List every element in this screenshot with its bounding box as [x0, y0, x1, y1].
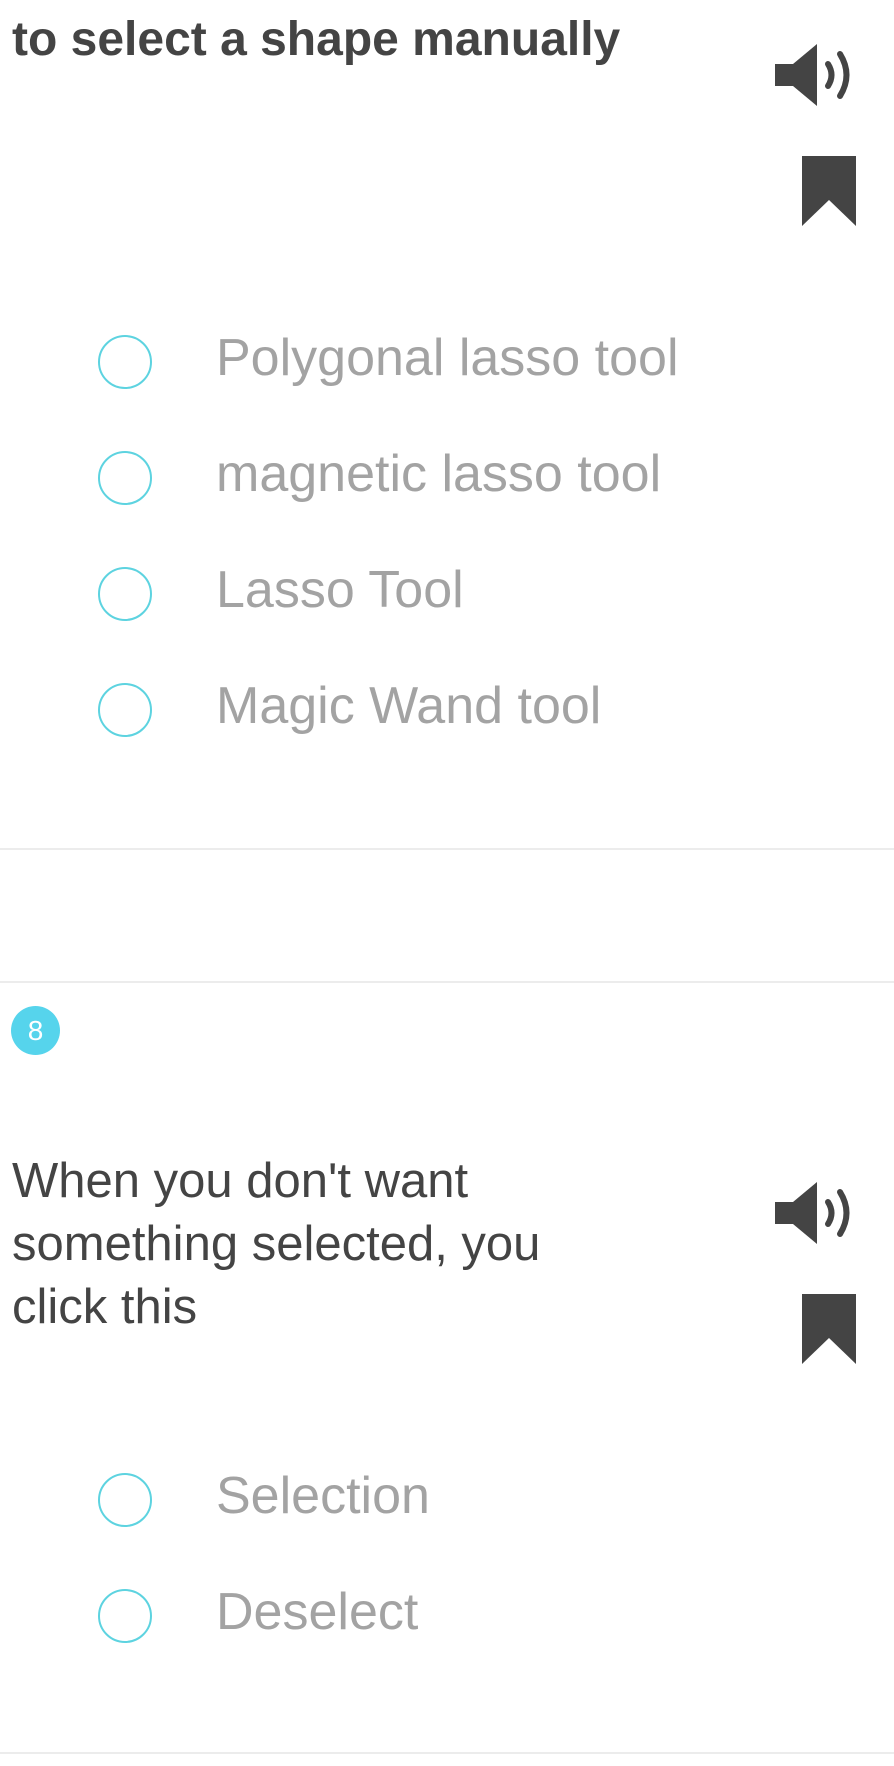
section-divider — [0, 1752, 894, 1754]
radio-button[interactable] — [98, 1589, 152, 1643]
bookmark-icon[interactable] — [800, 1292, 858, 1366]
question-title: When you don't want something selected, … — [12, 1154, 541, 1334]
question-number-badge: 8 — [11, 1006, 60, 1055]
question-card-8: 8 When you don't want something selected… — [0, 0, 894, 1766]
option-label: Selection — [216, 1467, 430, 1525]
answer-option[interactable]: Deselect — [96, 1582, 856, 1652]
option-label: Deselect — [216, 1583, 419, 1641]
quiz-page: to select a shape manually Polygonal las… — [0, 0, 894, 1766]
speaker-icon[interactable] — [773, 1178, 859, 1248]
answer-option[interactable]: Selection — [96, 1466, 856, 1536]
radio-button[interactable] — [98, 1473, 152, 1527]
